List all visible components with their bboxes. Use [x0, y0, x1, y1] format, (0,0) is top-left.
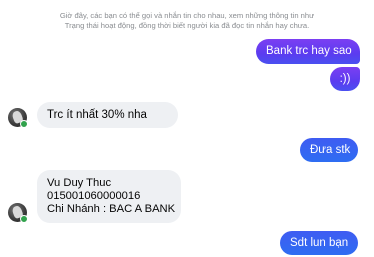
notice-line-2: Trạng thái hoạt động, đồng thời biết ngư…	[64, 20, 310, 30]
contact-avatar-1[interactable]	[8, 108, 28, 128]
message-outgoing-2[interactable]: :))	[330, 67, 360, 91]
message-incoming-1[interactable]: Trc ít nhất 30% nha	[37, 102, 178, 128]
message-incoming-2[interactable]: Vu Duy Thuc 015001060000016 Chi Nhánh : …	[37, 170, 181, 223]
contact-avatar-2[interactable]	[8, 203, 28, 223]
message-text: Sdt lun bạn	[290, 236, 349, 249]
message-text-line-2: 015001060000016	[47, 190, 141, 202]
message-text-line-3: Chi Nhánh : BAC A BANK	[47, 203, 176, 215]
notice-line-1: Giờ đây, các bạn có thể gọi và nhắn tin …	[59, 11, 315, 20]
message-text: Trc ít nhất 30% nha	[47, 108, 147, 121]
message-text: Bank trc hay sao	[266, 45, 352, 57]
message-outgoing-3[interactable]: Đưa stk	[300, 138, 358, 162]
message-text: Đưa stk	[310, 143, 351, 156]
online-status-icon	[20, 120, 28, 128]
message-text-line-1: Vu Duy Thuc	[47, 177, 112, 189]
message-outgoing-1[interactable]: Bank trc hay sao	[256, 39, 360, 64]
message-text: :))	[339, 72, 351, 85]
online-status-icon	[20, 215, 28, 223]
encryption-notice: Giờ đây, các bạn có thể gọi và nhắn tin …	[0, 11, 374, 30]
message-outgoing-4[interactable]: Sdt lun bạn	[280, 231, 358, 255]
